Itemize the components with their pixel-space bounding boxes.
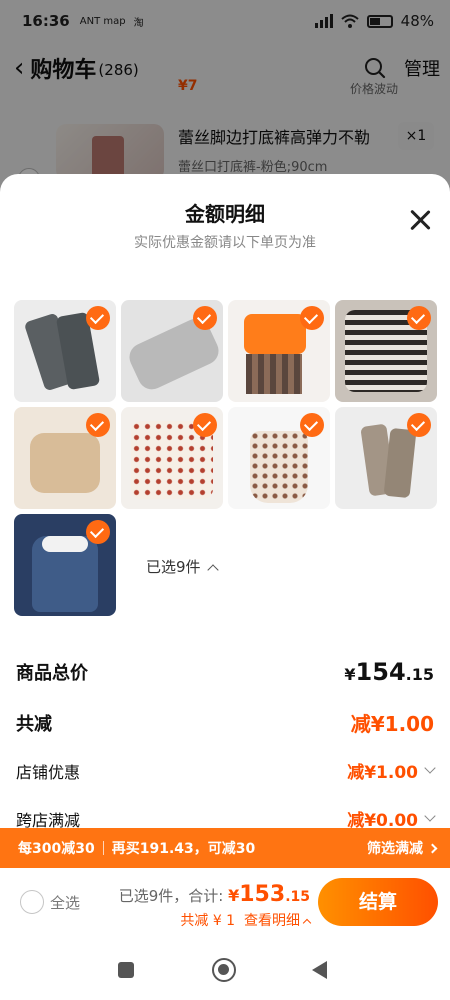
promo-bar[interactable]: 每300减30 再买191.43，可减30 筛选满减	[0, 828, 450, 868]
checkout-bar: 全选 已选9件，合计: ¥153.15 共减 ¥ 1 查看明细 结算	[0, 868, 450, 942]
sheet-subtitle: 实际优惠金额请以下单页为准	[134, 235, 316, 251]
promo-hint: 再买191.43，可减30	[111, 841, 256, 857]
system-nav-bar	[0, 942, 450, 1000]
selected-count-toggle[interactable]: 已选9件	[146, 556, 219, 577]
home-icon[interactable]	[212, 958, 236, 982]
total-saving-row: 共减 减¥1.00	[16, 708, 434, 737]
product-thumbnail[interactable]	[335, 300, 437, 402]
total-saving-value: 减¥1.00	[350, 712, 434, 736]
product-thumbnail[interactable]	[121, 300, 223, 402]
price-detail-sheet: 金额明细 实际优惠金额请以下单页为准 已选9件 商品总价 ¥154.15 共减 …	[0, 174, 450, 1000]
total-saving-label: 共减	[16, 713, 52, 735]
checkout-button[interactable]: 结算	[318, 878, 438, 926]
filter-promo-link[interactable]: 筛选满减	[367, 838, 423, 858]
chevron-right-icon	[427, 843, 438, 853]
sheet-title: 金额明细	[185, 202, 265, 226]
product-thumbnail[interactable]	[14, 514, 116, 616]
checkmark-icon[interactable]	[300, 413, 324, 437]
modal-overlay[interactable]	[0, 0, 450, 200]
product-thumbnail[interactable]	[14, 407, 116, 509]
checkmark-icon[interactable]	[407, 413, 431, 437]
product-thumbnail[interactable]	[121, 407, 223, 509]
checkmark-icon[interactable]	[86, 306, 110, 330]
product-thumbnail[interactable]	[335, 407, 437, 509]
chevron-up-icon	[206, 564, 219, 576]
checkmark-icon[interactable]	[86, 520, 110, 544]
cross-store-discount-label: 跨店满减	[16, 810, 81, 830]
close-icon[interactable]	[408, 208, 432, 232]
product-thumbnail[interactable]	[228, 407, 330, 509]
select-all-label[interactable]: 全选	[50, 892, 80, 913]
checkmark-icon[interactable]	[86, 413, 110, 437]
recents-icon[interactable]	[118, 962, 134, 978]
chevron-down-icon[interactable]	[424, 761, 436, 774]
checkout-saving[interactable]: 共减 ¥ 1 查看明细	[180, 910, 312, 930]
chevron-down-icon[interactable]	[424, 809, 436, 822]
total-price-row: 商品总价 ¥154.15	[16, 658, 434, 686]
back-icon[interactable]	[312, 961, 327, 979]
checkmark-icon[interactable]	[407, 306, 431, 330]
total-price-label: 商品总价	[16, 663, 88, 684]
product-thumbnail[interactable]	[228, 300, 330, 402]
checkmark-icon[interactable]	[193, 413, 217, 437]
total-price-value: ¥154.15	[344, 658, 434, 686]
checkmark-icon[interactable]	[300, 306, 324, 330]
shop-discount-label: 店铺优惠	[16, 762, 81, 782]
chevron-up-icon	[302, 918, 312, 928]
shop-discount-value: 减¥1.00	[347, 763, 418, 783]
promo-rule: 每300减30	[18, 841, 95, 857]
shop-discount-row[interactable]: 店铺优惠 减¥1.00	[16, 758, 436, 783]
checkout-sum: 已选9件，合计: ¥153.15	[118, 882, 310, 907]
view-detail-link[interactable]: 查看明细	[244, 913, 300, 929]
product-thumbnail[interactable]	[14, 300, 116, 402]
checkmark-icon[interactable]	[193, 306, 217, 330]
select-all-radio[interactable]	[20, 890, 44, 914]
